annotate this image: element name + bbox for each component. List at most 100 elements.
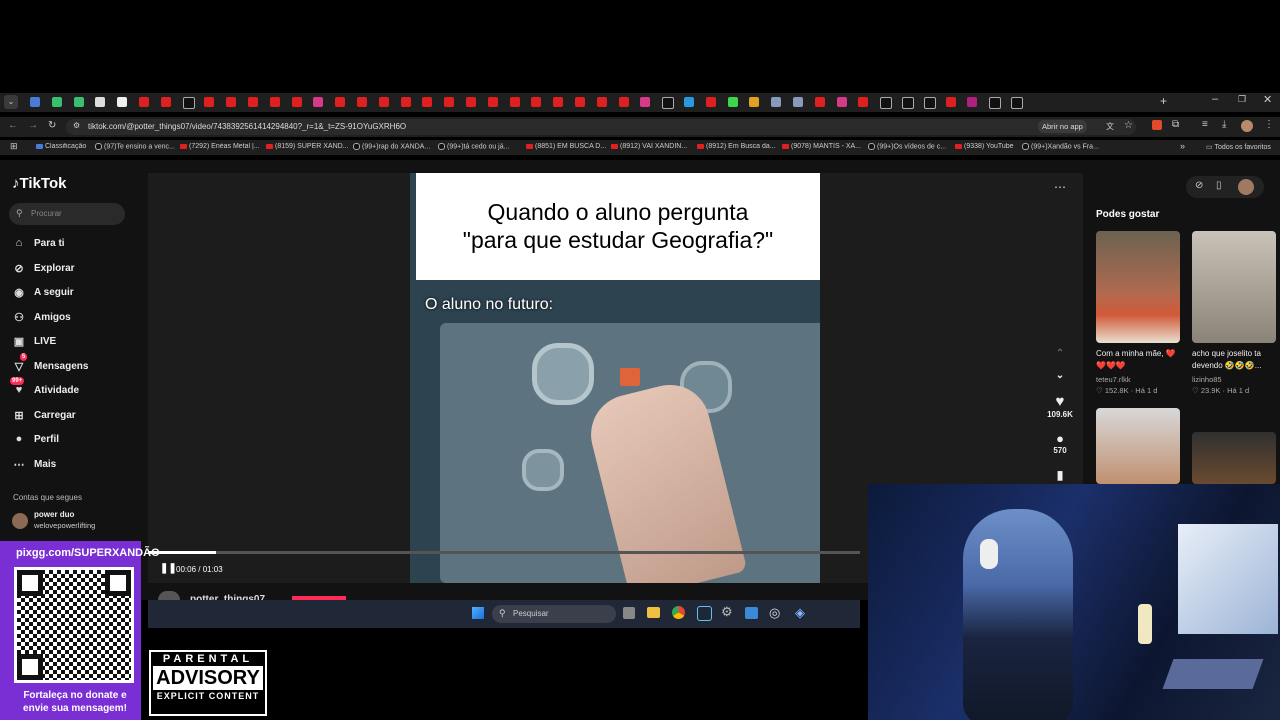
extensions-puzzle-icon[interactable]: ⧉ (1172, 119, 1179, 130)
author-avatar[interactable] (158, 591, 180, 600)
sidebar-item-a-seguir[interactable]: ◉ A seguir (12, 284, 73, 300)
browser-tab[interactable] (531, 97, 542, 107)
sidebar-item-explorar[interactable]: ⊘ Explorar (12, 260, 74, 276)
browser-tab[interactable] (378, 97, 389, 107)
settings-icon[interactable]: ⚙ (721, 604, 733, 620)
app-icon[interactable]: ◎ (769, 605, 780, 621)
sidebar-item-mensagens[interactable]: ▽ 5 Mensagens (12, 353, 88, 374)
suggestion-thumbnail[interactable] (1096, 231, 1180, 343)
browser-tab[interactable] (902, 97, 914, 109)
suggestion-user[interactable]: lizinho85 (1192, 375, 1222, 384)
url-field[interactable]: ⚙ tiktok.com/@potter_things07/video/7438… (66, 119, 1136, 135)
new-tab-button[interactable]: + (1160, 94, 1167, 108)
file-explorer-icon[interactable] (647, 607, 660, 618)
browser-tab[interactable] (226, 97, 237, 107)
suggestion-thumbnail[interactable] (1192, 432, 1276, 484)
bookmark-icon[interactable]: ▮ (1045, 468, 1075, 482)
browser-tab[interactable] (923, 97, 936, 109)
bookmark-item[interactable]: (9078) MANTIS - XA... (782, 143, 861, 150)
bookmark-item[interactable]: (8912) VAI XANDIN... (611, 143, 687, 150)
suggestion-thumbnail[interactable] (1192, 231, 1276, 343)
browser-tab[interactable] (596, 97, 607, 107)
browser-tab[interactable] (575, 97, 585, 107)
browser-tab[interactable] (880, 97, 893, 109)
reload-icon[interactable]: ↻ (48, 120, 56, 131)
bookmark-item[interactable]: (7292) Enéas Metal |... (180, 143, 260, 150)
following-item[interactable]: power duo welovepowerlifting (12, 510, 142, 534)
tab-search-button[interactable]: ⌄ (4, 95, 18, 109)
browser-tab[interactable] (357, 97, 367, 107)
browser-tab[interactable] (204, 97, 215, 107)
browser-tab[interactable] (400, 97, 411, 107)
bookmark-star-icon[interactable]: ☆ (1124, 120, 1133, 131)
minimize-button[interactable]: – (1212, 93, 1218, 105)
chrome-icon[interactable] (672, 606, 685, 619)
site-info-icon[interactable]: ⚙ (73, 121, 80, 130)
browser-tab[interactable] (662, 97, 675, 109)
bookmark-item[interactable]: (8912) Em Busca da... (697, 143, 776, 150)
suggestion-user[interactable]: teteu7.rlkk (1096, 375, 1131, 384)
browser-tab[interactable] (793, 97, 803, 107)
tiktok-search-input[interactable]: ⚲ Procurar (9, 203, 125, 225)
browser-tab[interactable] (749, 97, 760, 107)
bookmark-item[interactable]: (8159) SUPER XAND... (266, 143, 349, 150)
prev-video-icon[interactable]: ⌃ (1045, 348, 1075, 359)
browser-tab[interactable] (1011, 97, 1023, 109)
more-options-icon[interactable]: ⋯ (1054, 180, 1066, 194)
tiktok-logo[interactable]: ♪TikTok (12, 175, 66, 192)
browser-tab[interactable] (727, 97, 738, 107)
browser-tab[interactable] (95, 97, 106, 107)
translate-icon[interactable]: 文 (1106, 121, 1114, 132)
windows-start-icon[interactable] (472, 607, 484, 619)
suggestion-thumbnail[interactable] (1096, 408, 1180, 484)
explore-icon[interactable]: ⊘ (1195, 180, 1203, 191)
bookmarks-overflow-icon[interactable]: » (1180, 141, 1185, 151)
bookmark-item[interactable]: Classificação (36, 143, 86, 150)
browser-tab[interactable] (182, 97, 195, 109)
browser-tab[interactable] (51, 97, 62, 107)
back-icon[interactable]: ← (8, 120, 18, 131)
forward-icon[interactable]: → (28, 120, 38, 131)
sidebar-item-amigos[interactable]: ⚇ Amigos (12, 309, 71, 325)
browser-tab[interactable] (487, 97, 498, 107)
browser-tab[interactable] (291, 97, 302, 107)
sidebar-item-atividade[interactable]: ♥ 99+ Atividade (10, 377, 79, 398)
browser-tab[interactable] (509, 97, 520, 107)
bookmark-item[interactable]: (99+)Os vídeos de c... (868, 143, 946, 150)
sidebar-item-live[interactable]: ▣ LIVE (12, 333, 56, 349)
browser-tab[interactable] (30, 97, 40, 107)
browser-tab[interactable] (444, 97, 455, 107)
browser-tab[interactable] (160, 97, 171, 107)
browser-tab[interactable] (989, 97, 1002, 109)
like-button[interactable]: ♥ 109.6K (1045, 393, 1075, 419)
sidebar-item-perfil[interactable]: ● Perfil (12, 431, 59, 447)
steam-icon[interactable] (697, 606, 712, 621)
browser-tab[interactable] (814, 97, 825, 107)
suggestion-text[interactable]: acho que joselito ta devendo 🤣🤣🤣... (1192, 348, 1276, 372)
browser-tab[interactable] (313, 97, 324, 107)
bookmark-item[interactable]: (99+)rap do XANDÃ... (353, 143, 430, 150)
browser-tab[interactable] (618, 97, 629, 107)
browser-tab[interactable] (858, 97, 869, 107)
browser-tab[interactable] (705, 97, 716, 107)
user-avatar[interactable] (1238, 179, 1254, 195)
all-favorites[interactable]: ▭ Todos os favoritos (1206, 143, 1271, 151)
next-video-icon[interactable]: ⌄ (1045, 370, 1075, 381)
media-icon[interactable]: ≡ (1202, 119, 1208, 130)
sidebar-item-para-ti[interactable]: ⌂ Para ti (12, 235, 65, 251)
browser-tab[interactable] (836, 97, 847, 107)
sidebar-item-carregar[interactable]: ⊞ Carregar (12, 407, 75, 423)
browser-tab[interactable] (640, 97, 651, 107)
browser-tab[interactable] (466, 97, 476, 107)
taskbar-search-input[interactable]: ⚲ Pesquisar (492, 605, 616, 623)
sidebar-item-mais[interactable]: ⋯ Mais (12, 456, 57, 472)
open-in-app-button[interactable]: Abrir no app (1038, 120, 1087, 133)
progress-track[interactable] (148, 551, 860, 554)
browser-tab[interactable] (684, 97, 694, 107)
browser-tab[interactable] (117, 97, 128, 107)
browser-tab[interactable] (139, 97, 149, 107)
bookmark-item[interactable]: (99+)Xandão vs Fra... (1022, 143, 1099, 150)
browser-tab[interactable] (335, 97, 346, 107)
browser-menu-icon[interactable]: ⋮ (1264, 119, 1274, 130)
browser-tab[interactable] (422, 97, 433, 107)
